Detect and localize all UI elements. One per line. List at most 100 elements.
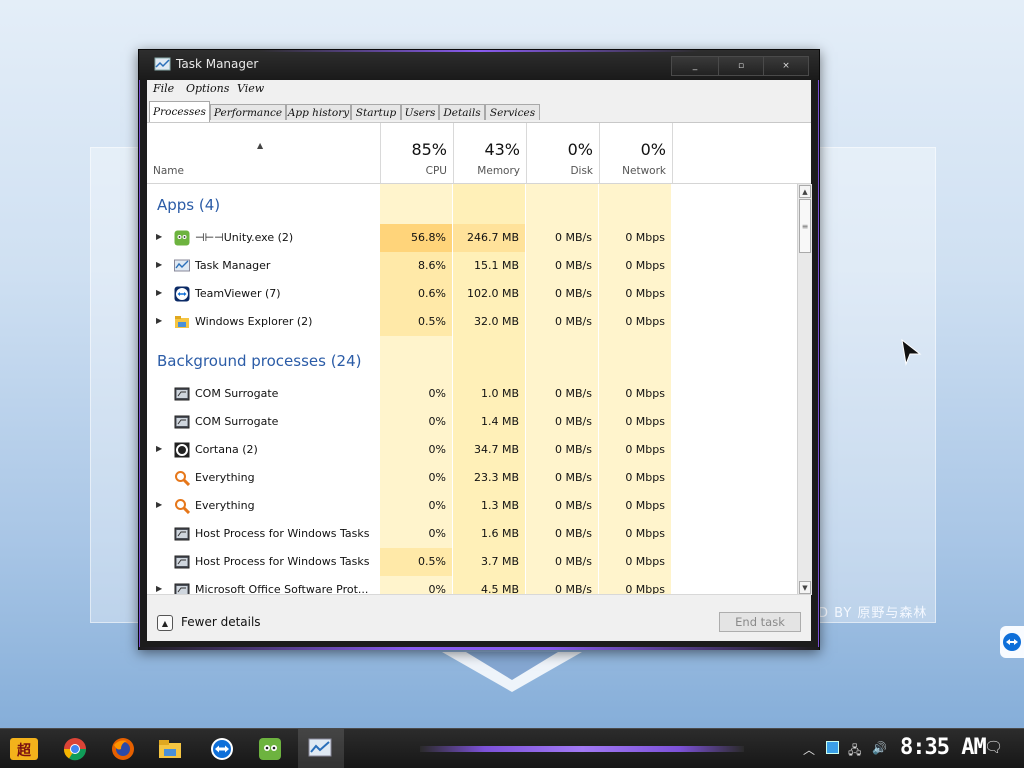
column-header: ▲ Name 85% CPU 43% Memory 0% Disk 0% Net… <box>147 123 811 184</box>
group-title: Apps (4) <box>157 196 221 214</box>
process-row[interactable]: COM Surrogate 0% 1.0 MB 0 MB/s 0 Mbps <box>147 380 797 408</box>
process-network-value: 0 Mbps <box>625 583 665 595</box>
end-task-button[interactable]: End task <box>719 612 801 632</box>
process-row[interactable]: COM Surrogate 0% 1.4 MB 0 MB/s 0 Mbps <box>147 408 797 436</box>
tab-performance[interactable]: Performance <box>210 104 286 120</box>
process-row[interactable]: ▶ Everything 0% 1.3 MB 0 MB/s 0 Mbps <box>147 492 797 520</box>
action-center-icon[interactable]: 🗨 <box>984 738 1003 756</box>
taskmanager-icon[interactable] <box>306 735 334 763</box>
process-cpu-value: 0% <box>428 499 446 512</box>
disk-total: 0% <box>567 140 593 159</box>
process-row[interactable]: ▶ Cortana (2) 0% 34.7 MB 0 MB/s 0 Mbps <box>147 436 797 464</box>
column-name[interactable]: Name <box>153 165 184 177</box>
volume-icon[interactable]: 🔊 <box>872 741 887 755</box>
process-network-value: 0 Mbps <box>625 259 665 272</box>
teamviewer-icon[interactable] <box>208 735 236 763</box>
title-bar[interactable]: Task Manager _ ▫ × <box>139 50 819 80</box>
expand-arrow-icon[interactable]: ▶ <box>156 500 162 509</box>
tab-strip: Processes Performance App history Startu… <box>147 98 811 122</box>
teamviewer-side-tab-icon[interactable] <box>1000 626 1024 658</box>
expand-arrow-icon[interactable]: ▶ <box>156 232 162 241</box>
process-memory-value: 1.4 MB <box>480 415 519 428</box>
process-row[interactable]: ▶ Task Manager 8.6% 15.1 MB 0 MB/s 0 Mbps <box>147 252 797 280</box>
file-explorer-icon[interactable] <box>156 735 184 763</box>
footer-bar: ▲ Fewer details End task <box>147 594 811 641</box>
desktop-watermark: D BY 原野与森林 <box>818 606 928 621</box>
tab-users[interactable]: Users <box>401 104 439 120</box>
process-cpu-value: 0.5% <box>380 548 452 576</box>
column-disk[interactable]: 0% Disk <box>526 123 599 183</box>
expand-arrow-icon[interactable]: ▶ <box>156 288 162 297</box>
scroll-up-icon[interactable]: ▲ <box>799 185 811 198</box>
process-name: COM Surrogate <box>195 387 279 400</box>
taskbar-clock[interactable]: 8:35 AM <box>900 735 987 760</box>
process-row[interactable]: Host Process for Windows Tasks 0% 1.6 MB 0 … <box>147 520 797 548</box>
start-icon[interactable]: 超 <box>8 734 40 764</box>
tray-overflow-icon[interactable]: ︿ <box>803 741 815 758</box>
process-disk-value: 0 MB/s <box>555 471 592 484</box>
cortana-icon <box>174 442 190 458</box>
expand-arrow-icon[interactable]: ▶ <box>156 260 162 269</box>
process-cpu-value: 0% <box>428 443 446 456</box>
tab-startup[interactable]: Startup <box>351 104 401 120</box>
processes-panel: ▲ Name 85% CPU 43% Memory 0% Disk 0% Net… <box>147 122 812 595</box>
explorer-icon <box>174 314 190 330</box>
process-network-value: 0 Mbps <box>625 287 665 300</box>
close-button[interactable]: × <box>763 56 809 76</box>
group-title: Background processes (24) <box>157 352 362 370</box>
fewer-details-chevron-icon[interactable]: ▲ <box>157 615 173 631</box>
menu-file[interactable]: File <box>153 82 174 95</box>
expand-arrow-icon[interactable]: ▶ <box>156 584 162 593</box>
tab-services[interactable]: Services <box>485 104 540 120</box>
vertical-scrollbar[interactable]: ▲ ≡ ▼ <box>797 184 812 595</box>
scroll-down-icon[interactable]: ▼ <box>799 581 811 594</box>
teamviewer-icon <box>174 286 190 302</box>
process-memory-value: 3.7 MB <box>480 555 519 568</box>
firefox-icon[interactable] <box>109 735 137 763</box>
mouse-cursor-icon <box>901 338 922 366</box>
tab-app-history[interactable]: App history <box>286 104 351 120</box>
column-memory[interactable]: 43% Memory <box>453 123 526 183</box>
fewer-details-link[interactable]: Fewer details <box>181 615 261 629</box>
process-cpu-value: 56.8% <box>380 224 452 252</box>
process-memory-value: 23.3 MB <box>473 471 519 484</box>
scroll-thumb[interactable]: ≡ <box>799 199 811 253</box>
process-list: Apps (4) ▶ ⊣⊢⊣Unity.exe (2) 56.8% 246.7 MB 0 … <box>147 184 797 595</box>
maximize-button[interactable]: ▫ <box>718 56 764 76</box>
chrome-icon[interactable] <box>61 735 89 763</box>
window-title: Task Manager <box>176 57 259 71</box>
process-network-value: 0 Mbps <box>625 471 665 484</box>
menu-view[interactable]: View <box>237 82 264 95</box>
process-row[interactable]: ▶ Microsoft Office Software Prot... 0% 4.5 … <box>147 576 797 595</box>
process-name: Host Process for Windows Tasks <box>195 527 370 540</box>
expand-arrow-icon[interactable]: ▶ <box>156 444 162 453</box>
expand-arrow-icon[interactable]: ▶ <box>156 316 162 325</box>
column-cpu[interactable]: 85% CPU <box>380 123 453 183</box>
tray-app-icon[interactable] <box>826 741 839 754</box>
memory-label: Memory <box>477 165 520 177</box>
svg-text:超: 超 <box>16 742 32 759</box>
menu-options[interactable]: Options <box>186 82 229 95</box>
group-header: Background processes (24) <box>147 347 797 377</box>
process-row[interactable]: Everything 0% 23.3 MB 0 MB/s 0 Mbps <box>147 464 797 492</box>
minimize-button[interactable]: _ <box>671 56 719 76</box>
process-name: Task Manager <box>195 259 271 272</box>
unity-icon[interactable] <box>256 735 284 763</box>
process-network-value: 0 Mbps <box>625 443 665 456</box>
process-disk-value: 0 MB/s <box>555 287 592 300</box>
process-row[interactable]: ▶ Windows Explorer (2) 0.5% 32.0 MB 0 MB/s 0 … <box>147 308 797 336</box>
process-memory-value: 246.7 MB <box>453 224 525 252</box>
tab-details[interactable]: Details <box>439 104 485 120</box>
process-name: COM Surrogate <box>195 415 279 428</box>
network-icon[interactable]: 🖧 <box>848 741 861 762</box>
tab-processes[interactable]: Processes <box>149 101 210 122</box>
cpu-total: 85% <box>411 140 447 159</box>
process-row[interactable]: ▶ ⊣⊢⊣Unity.exe (2) 56.8% 246.7 MB 0 MB/s 0 Mb… <box>147 224 797 252</box>
column-network[interactable]: 0% Network <box>599 123 673 183</box>
task-manager-window: Task Manager _ ▫ × File Options View Pro… <box>138 49 820 650</box>
process-memory-value: 1.3 MB <box>480 499 519 512</box>
process-disk-value: 0 MB/s <box>555 259 592 272</box>
process-network-value: 0 Mbps <box>625 499 665 512</box>
process-row[interactable]: ▶ TeamViewer (7) 0.6% 102.0 MB 0 MB/s 0 Mbps <box>147 280 797 308</box>
process-row[interactable]: Host Process for Windows Tasks 0.5% 3.7 MB… <box>147 548 797 576</box>
